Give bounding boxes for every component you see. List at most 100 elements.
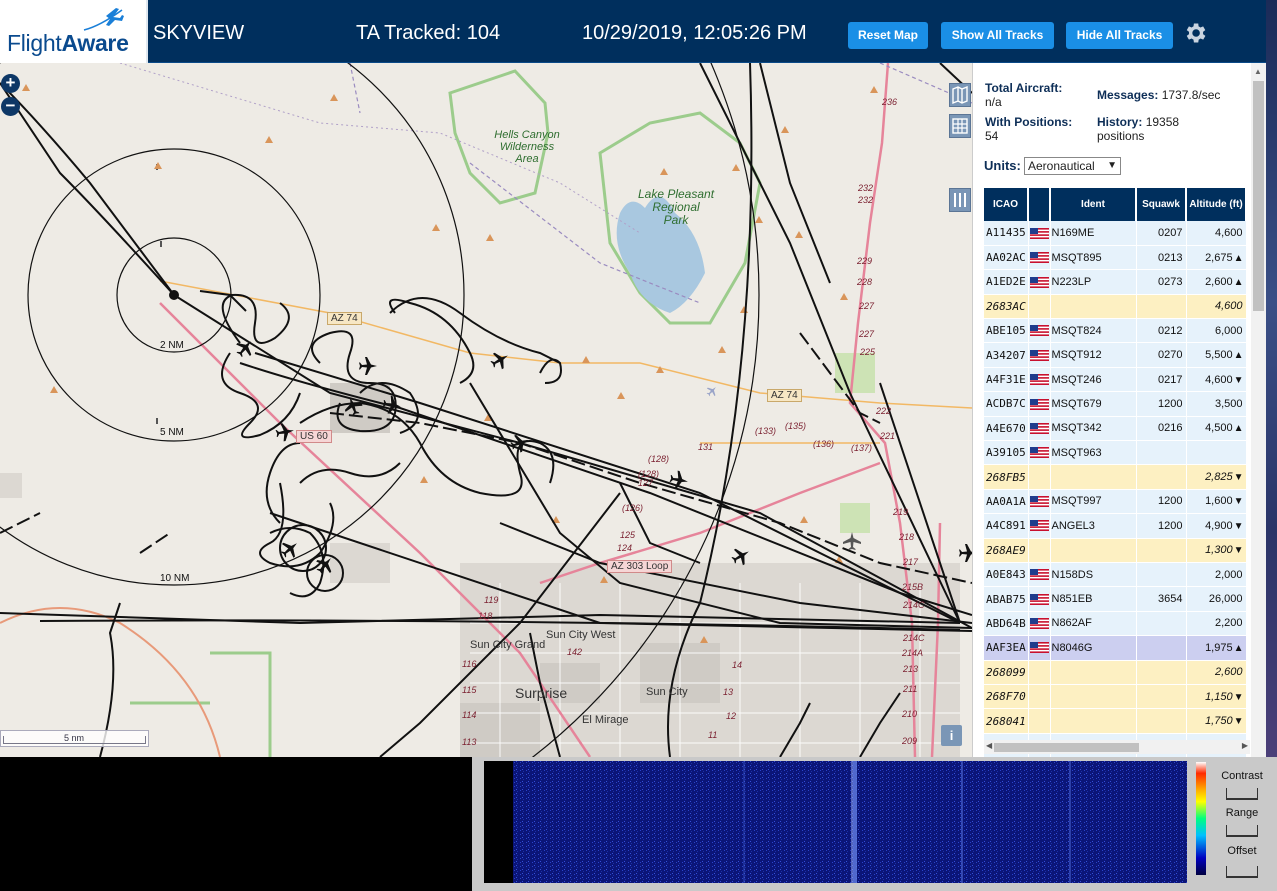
table-row[interactable]: A1ED2E N223LP 0273 2,600▲ [984, 269, 1247, 295]
messages-stat: Messages: 1737.8/sec [1097, 88, 1257, 102]
table-row[interactable]: 268099 2,600 [984, 660, 1247, 685]
us-flag-icon [1029, 642, 1049, 654]
column-header-ident[interactable]: Ident [1050, 188, 1137, 221]
offset-slider[interactable] [1226, 866, 1258, 878]
scroll-right-icon[interactable]: ▶ [1242, 741, 1248, 750]
road-number: 232 [858, 183, 874, 193]
aircraft-panel: Total Aircraft: n/a Messages: 1737.8/sec… [972, 63, 1266, 759]
aircraft-icon[interactable] [668, 469, 690, 491]
aircraft-icon[interactable] [381, 394, 403, 416]
cell-squawk: 0213 [1136, 245, 1187, 271]
scroll-left-icon[interactable]: ◀ [986, 741, 992, 750]
table-row[interactable]: A34207 MSQT912 0270 5,500▲ [984, 342, 1247, 368]
table-row[interactable]: A39105 MSQT963 [984, 440, 1247, 466]
gear-icon[interactable] [1182, 20, 1208, 46]
table-row[interactable]: 268F70 1,150▼ [984, 684, 1247, 710]
zoom-out-button[interactable]: − [1, 97, 20, 116]
aircraft-icon[interactable] [341, 394, 365, 418]
cell-altitude: 1,150▼ [1186, 684, 1247, 710]
column-header-icao[interactable]: ICAO [984, 188, 1029, 221]
table-row[interactable]: AA0A1A MSQT997 1200 1,600▼ [984, 489, 1247, 515]
aircraft-layer [232, 335, 972, 578]
aircraft-icon[interactable] [359, 357, 377, 375]
cell-flag [1028, 586, 1051, 612]
table-row[interactable]: AAF3EA N8046G 1,975▲ [984, 635, 1247, 661]
cell-squawk [1136, 611, 1187, 637]
table-row[interactable]: 268AE9 1,300▼ [984, 538, 1247, 563]
column-header-squawk[interactable]: Squawk [1136, 188, 1187, 221]
table-row[interactable]: A4C891 ANGEL3 1200 4,900▼ [984, 513, 1247, 539]
scroll-up-icon[interactable]: ▲ [1254, 67, 1262, 76]
total-aircraft-stat: Total Aircraft: n/a [985, 81, 1095, 109]
altitude-value: 4,600 [1205, 373, 1233, 386]
aircraft-icon[interactable] [843, 532, 861, 550]
panel-vertical-scrollbar[interactable]: ▲ [1251, 63, 1266, 757]
altitude-value: 2,675 [1205, 251, 1233, 264]
aircraft-icon[interactable] [508, 431, 532, 455]
table-header-row: ICAO Ident Squawk Altitude (ft) [984, 188, 1247, 221]
table-row[interactable]: A4E670 MSQT342 0216 4,500▲ [984, 416, 1247, 442]
total-aircraft-value: n/a [985, 95, 1002, 109]
table-row[interactable]: ACDB7C MSQT679 1200 3,500 [984, 391, 1247, 417]
map-layers-button[interactable] [949, 83, 971, 107]
road-number: 228 [857, 277, 873, 287]
column-header-flag[interactable] [1028, 188, 1051, 221]
table-row[interactable]: A4F31E MSQT246 0217 4,600▼ [984, 367, 1247, 393]
cell-altitude: 2,675▲ [1186, 245, 1247, 271]
us-flag-icon [1029, 447, 1049, 459]
aircraft-icon[interactable] [274, 421, 296, 443]
reset-map-button[interactable]: Reset Map [848, 22, 928, 49]
scrollbar-thumb[interactable] [1253, 81, 1264, 311]
aircraft-icon[interactable] [277, 536, 303, 562]
table-row[interactable]: A11435 N169ME 0207 4,600 [984, 221, 1247, 246]
waterfall-canvas [513, 761, 1187, 883]
scrollbar-thumb[interactable] [994, 743, 1139, 752]
flightaware-logo[interactable]: FlightAware [0, 0, 148, 63]
road-number: 219 [893, 507, 909, 517]
skyview-app: FlightAware SKYVIEW TA Tracked: 104 10/2… [0, 0, 1277, 891]
column-header-altitude[interactable]: Altitude (ft) [1186, 188, 1247, 221]
cell-squawk [1136, 562, 1187, 588]
cell-flag [1028, 342, 1051, 368]
aircraft-icon[interactable] [487, 347, 513, 373]
table-row[interactable]: 2683AC 4,600 [984, 294, 1247, 320]
cell-flag [1028, 367, 1051, 393]
units-select[interactable]: Aeronautical ▼ [1024, 157, 1121, 175]
panel-horizontal-scrollbar[interactable]: ◀ ▶ [984, 740, 1250, 754]
history-label: History: [1097, 115, 1143, 129]
toggle-sidebar-button[interactable] [949, 188, 971, 212]
table-row[interactable]: ABAB75 N851EB 3654 26,000 [984, 586, 1247, 612]
road-shield-az74: AZ 74 [767, 389, 802, 402]
zoom-in-button[interactable]: + [1, 74, 20, 93]
road-number: 227 [859, 301, 875, 311]
altitude-value: 4,600 [1214, 300, 1243, 313]
table-row[interactable]: ABE105 MSQT824 0212 6,000 [984, 318, 1247, 344]
table-row[interactable]: A0E843 N158DS 2,000 [984, 562, 1247, 588]
aircraft-icon[interactable] [232, 335, 258, 361]
road-number: (136) [813, 439, 835, 449]
cell-ident [1050, 684, 1137, 710]
aircraft-icon[interactable] [728, 543, 754, 569]
cell-flag [1028, 245, 1051, 271]
contrast-slider[interactable] [1226, 788, 1258, 800]
road-number: 215B [902, 582, 924, 592]
map-view[interactable]: 2 NM 5 NM 10 NM Hells Canyon Wilderness … [0, 63, 972, 757]
sdr-waterfall-display[interactable] [513, 761, 1187, 883]
table-row[interactable]: ABD64B N862AF 2,200 [984, 611, 1247, 637]
info-button[interactable]: i [941, 725, 962, 746]
cell-ident: MSQT824 [1050, 318, 1137, 344]
range-slider[interactable] [1226, 825, 1258, 837]
table-row[interactable]: AA02AC MSQT895 0213 2,675▲ [984, 245, 1247, 271]
aircraft-icon[interactable] [959, 544, 972, 562]
hide-all-tracks-button[interactable]: Hide All Tracks [1066, 22, 1173, 49]
cell-ident: MSQT895 [1050, 245, 1137, 271]
aircraft-icon[interactable] [312, 552, 338, 578]
aircraft-icon[interactable] [704, 383, 720, 399]
table-row[interactable]: 268041 1,750▼ [984, 708, 1247, 734]
cell-altitude: 26,000 [1186, 586, 1247, 612]
table-row[interactable]: 268FB5 2,825▼ [984, 464, 1247, 490]
road-number: 225 [860, 347, 876, 357]
show-all-tracks-button[interactable]: Show All Tracks [941, 22, 1054, 49]
map-grid-button[interactable] [949, 114, 971, 138]
road-number: 113 [462, 737, 477, 747]
